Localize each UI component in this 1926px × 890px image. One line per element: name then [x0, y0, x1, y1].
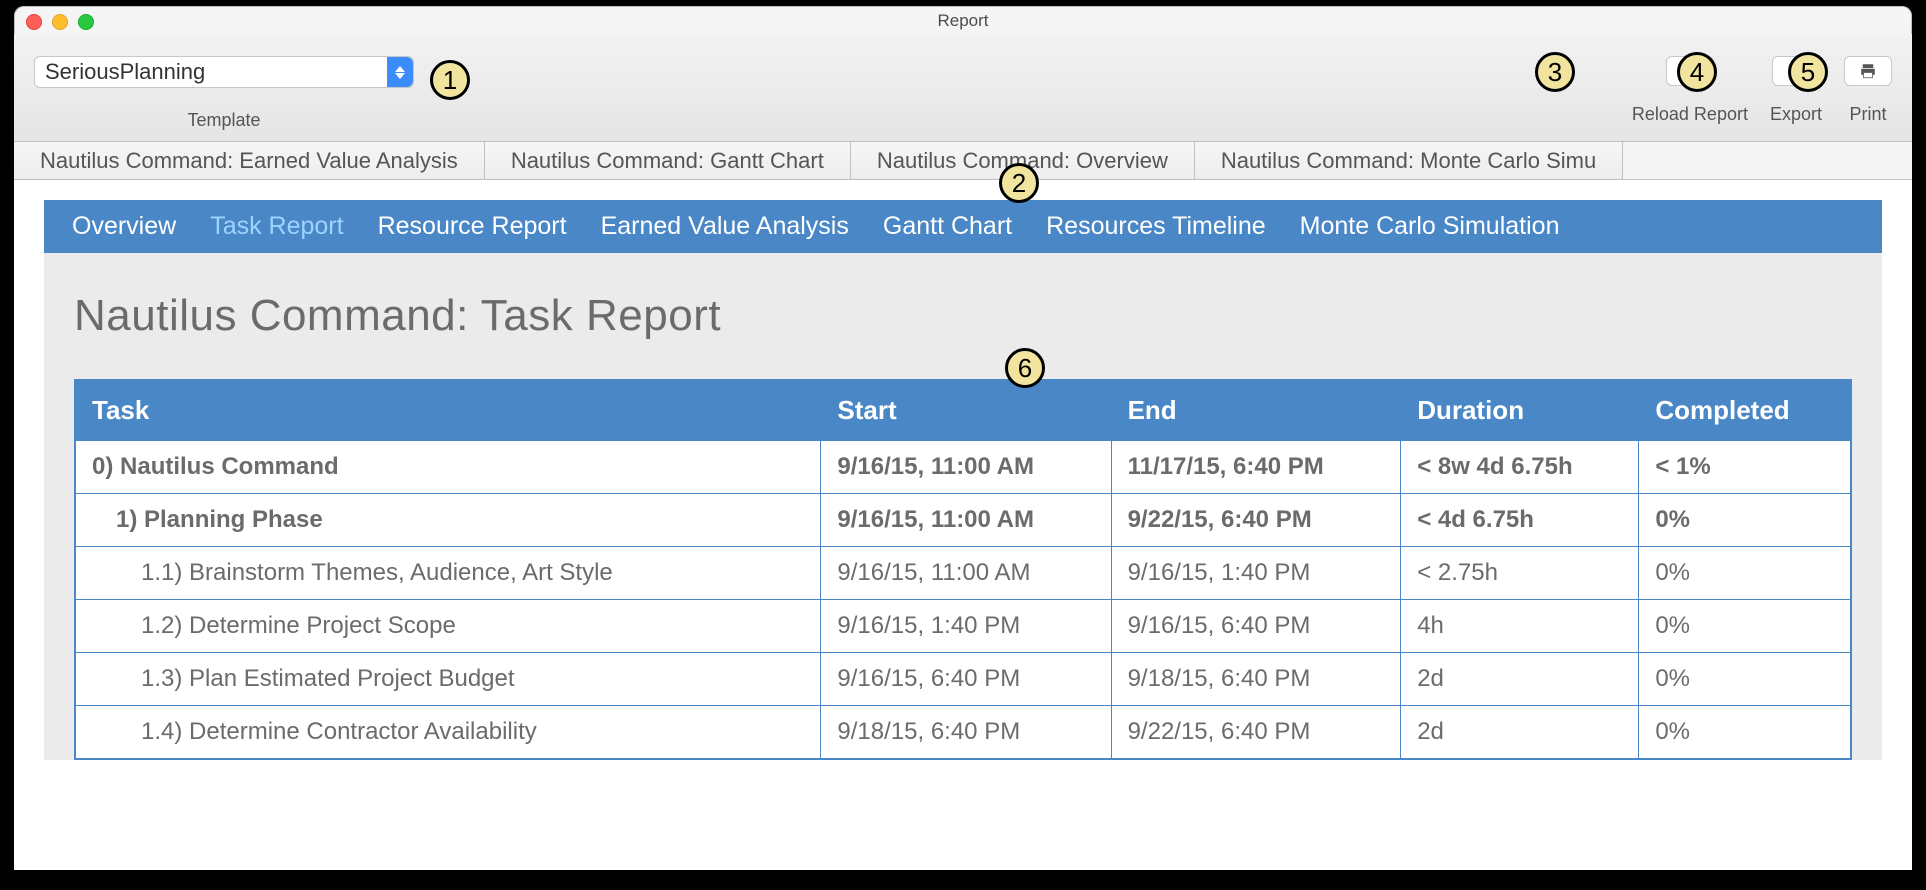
- table-row: 0) Nautilus Command9/16/15, 11:00 AM11/1…: [75, 441, 1851, 494]
- col-start: Start: [821, 380, 1111, 441]
- tab-gantt[interactable]: Nautilus Command: Gantt Chart: [485, 142, 851, 179]
- end-cell: 11/17/15, 6:40 PM: [1111, 441, 1401, 494]
- end-cell: 9/16/15, 1:40 PM: [1111, 547, 1401, 600]
- document-tabs: Nautilus Command: Earned Value Analysis …: [14, 142, 1912, 180]
- chevron-up-down-icon: [387, 57, 413, 87]
- start-cell: 9/16/15, 11:00 AM: [821, 441, 1111, 494]
- window-title: Report: [937, 11, 988, 30]
- end-cell: 9/22/15, 6:40 PM: [1111, 494, 1401, 547]
- completed-cell: 0%: [1639, 600, 1851, 653]
- completed-cell: 0%: [1639, 494, 1851, 547]
- task-cell: 1.2) Determine Project Scope: [75, 600, 821, 653]
- start-cell: 9/16/15, 11:00 AM: [821, 494, 1111, 547]
- annotation-3: 3: [1535, 52, 1575, 92]
- table-row: 1.2) Determine Project Scope9/16/15, 1:4…: [75, 600, 1851, 653]
- completed-cell: 0%: [1639, 547, 1851, 600]
- toolbar: SeriousPlanning Template Reload Report E…: [14, 34, 1912, 142]
- annotation-5: 5: [1788, 52, 1828, 92]
- zoom-icon[interactable]: [78, 14, 94, 30]
- col-completed: Completed: [1639, 380, 1851, 441]
- col-duration: Duration: [1401, 380, 1639, 441]
- completed-cell: 0%: [1639, 706, 1851, 760]
- minimize-icon[interactable]: [52, 14, 68, 30]
- annotation-4: 4: [1677, 52, 1717, 92]
- report-nav: Overview Task Report Resource Report Earned…: [44, 200, 1882, 253]
- report-area: Overview Task Report Resource Report Earned…: [44, 200, 1882, 760]
- start-cell: 9/16/15, 1:40 PM: [821, 600, 1111, 653]
- start-cell: 9/18/15, 6:40 PM: [821, 706, 1111, 760]
- task-cell: 1.4) Determine Contractor Availability: [75, 706, 821, 760]
- duration-cell: < 8w 4d 6.75h: [1401, 441, 1639, 494]
- template-select-value: SeriousPlanning: [45, 59, 205, 85]
- nav-earned-value-analysis[interactable]: Earned Value Analysis: [601, 212, 849, 241]
- window-controls: [26, 14, 94, 30]
- completed-cell: 0%: [1639, 653, 1851, 706]
- col-end: End: [1111, 380, 1401, 441]
- end-cell: 9/16/15, 6:40 PM: [1111, 600, 1401, 653]
- nav-gantt-chart[interactable]: Gantt Chart: [883, 212, 1012, 241]
- print-label: Print: [1849, 104, 1886, 125]
- content-area: Overview Task Report Resource Report Earned…: [14, 180, 1912, 870]
- duration-cell: < 2.75h: [1401, 547, 1639, 600]
- annotation-1: 1: [430, 60, 470, 100]
- tab-earned-value[interactable]: Nautilus Command: Earned Value Analysis: [14, 142, 485, 179]
- duration-cell: 2d: [1401, 706, 1639, 760]
- tab-monte-carlo[interactable]: Nautilus Command: Monte Carlo Simu: [1195, 142, 1623, 179]
- titlebar: Report: [14, 6, 1912, 34]
- task-cell: 0) Nautilus Command: [75, 441, 821, 494]
- table-row: 1) Planning Phase9/16/15, 11:00 AM9/22/1…: [75, 494, 1851, 547]
- nav-overview[interactable]: Overview: [72, 212, 176, 241]
- print-button[interactable]: [1844, 56, 1892, 86]
- report-window: Report SeriousPlanning Template Reload R…: [14, 6, 1912, 870]
- template-label: Template: [34, 110, 414, 131]
- end-cell: 9/18/15, 6:40 PM: [1111, 653, 1401, 706]
- close-icon[interactable]: [26, 14, 42, 30]
- task-cell: 1.3) Plan Estimated Project Budget: [75, 653, 821, 706]
- table-row: 1.3) Plan Estimated Project Budget9/16/1…: [75, 653, 1851, 706]
- duration-cell: 4h: [1401, 600, 1639, 653]
- start-cell: 9/16/15, 11:00 AM: [821, 547, 1111, 600]
- table-row: 1.1) Brainstorm Themes, Audience, Art St…: [75, 547, 1851, 600]
- completed-cell: < 1%: [1639, 441, 1851, 494]
- nav-resource-report[interactable]: Resource Report: [378, 212, 567, 241]
- col-task: Task: [75, 380, 821, 441]
- report-body: Nautilus Command: Task Report TaskStartE…: [44, 253, 1882, 760]
- print-icon: [1858, 62, 1878, 80]
- template-select[interactable]: SeriousPlanning: [34, 56, 414, 88]
- export-label: Export: [1770, 104, 1822, 125]
- nav-resources-timeline[interactable]: Resources Timeline: [1046, 212, 1266, 241]
- duration-cell: 2d: [1401, 653, 1639, 706]
- table-row: 1.4) Determine Contractor Availability9/…: [75, 706, 1851, 760]
- report-title: Nautilus Command: Task Report: [74, 291, 1852, 341]
- nav-monte-carlo-simulation[interactable]: Monte Carlo Simulation: [1300, 212, 1560, 241]
- task-cell: 1.1) Brainstorm Themes, Audience, Art St…: [75, 547, 821, 600]
- nav-task-report[interactable]: Task Report: [210, 212, 343, 241]
- annotation-2: 2: [999, 163, 1039, 203]
- reload-label: Reload Report: [1632, 104, 1748, 125]
- annotation-6: 6: [1005, 348, 1045, 388]
- end-cell: 9/22/15, 6:40 PM: [1111, 706, 1401, 760]
- task-table: TaskStartEndDurationCompleted 0) Nautilu…: [74, 379, 1852, 760]
- start-cell: 9/16/15, 6:40 PM: [821, 653, 1111, 706]
- task-cell: 1) Planning Phase: [75, 494, 821, 547]
- duration-cell: < 4d 6.75h: [1401, 494, 1639, 547]
